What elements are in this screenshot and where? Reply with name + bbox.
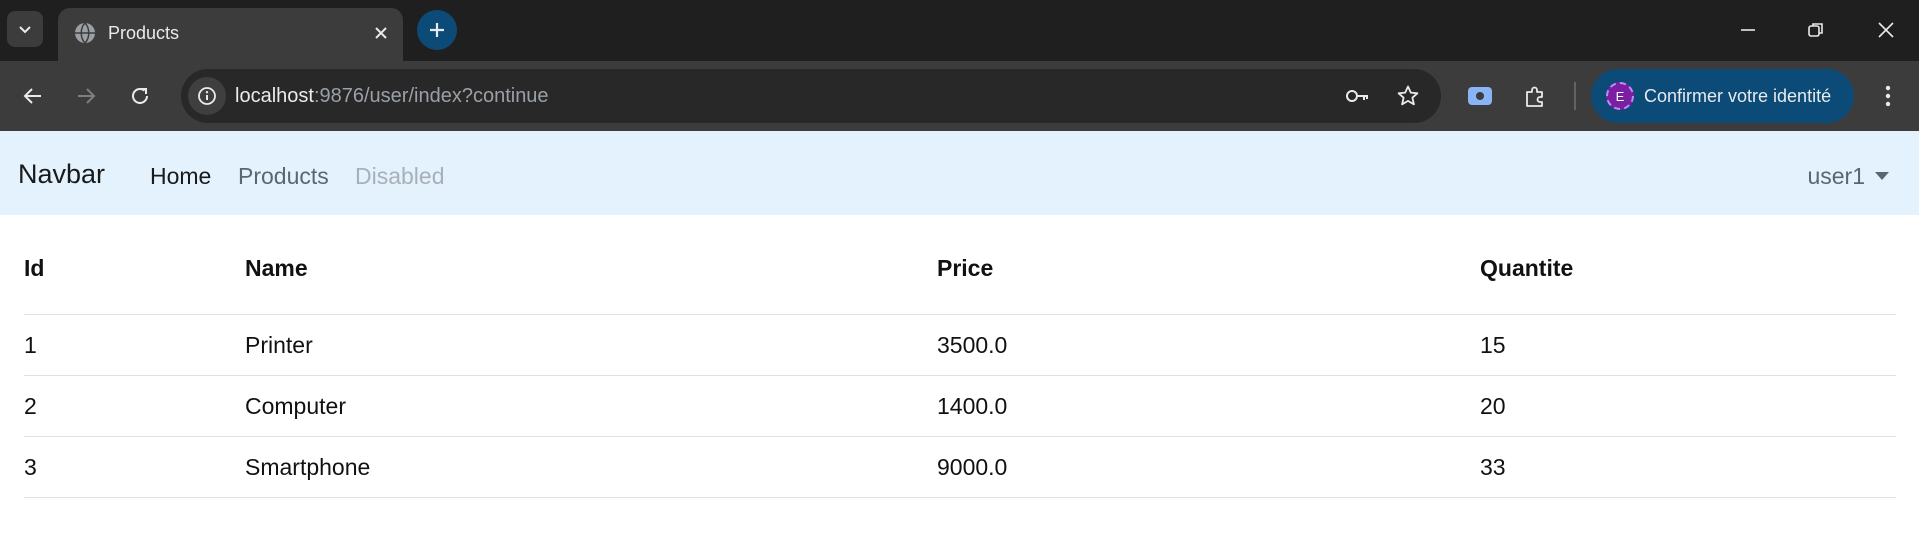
cell-price: 3500.0 <box>937 314 1480 376</box>
minimize-icon <box>1741 29 1755 31</box>
tab-strip: Products <box>0 0 1919 61</box>
caret-down-icon <box>1875 172 1889 180</box>
tab-search-button[interactable] <box>7 11 43 47</box>
user-dropdown-label: user1 <box>1807 163 1865 189</box>
cell-id: 1 <box>24 314 245 376</box>
table-row: 1 Printer 3500.0 15 <box>24 314 1896 376</box>
nav-link-home[interactable]: Home <box>150 162 211 190</box>
column-header-id: Id <box>24 241 245 315</box>
site-info-button[interactable] <box>188 77 226 115</box>
key-icon <box>1346 90 1368 102</box>
forward-button[interactable] <box>67 77 105 115</box>
cell-id: 3 <box>24 436 245 498</box>
plus-icon <box>430 23 444 37</box>
globe-icon <box>75 22 95 44</box>
new-tab-button[interactable] <box>417 10 457 50</box>
extensions-button[interactable] <box>1516 77 1554 115</box>
cell-quantite: 20 <box>1480 375 1896 437</box>
browser-menu-button[interactable] <box>1869 77 1907 115</box>
products-table-container: Id Name Price Quantite 1 Printer 3500.0 … <box>24 241 1896 498</box>
table-header-row: Id Name Price Quantite <box>24 241 1896 315</box>
profile-chip-label: Confirmer votre identité <box>1644 85 1832 106</box>
back-button[interactable] <box>14 77 52 115</box>
nav-link-products[interactable]: Products <box>238 162 329 190</box>
address-bar[interactable]: localhost:9876/user/index?continue <box>181 69 1441 123</box>
puzzle-icon <box>1526 86 1543 107</box>
site-navbar: Navbar Home Products Disabled user1 <box>0 131 1919 215</box>
table-row: 3 Smartphone 9000.0 33 <box>24 436 1896 498</box>
products-table: Id Name Price Quantite 1 Printer 3500.0 … <box>24 241 1896 498</box>
avatar: E <box>1606 82 1634 110</box>
screen-capture-button[interactable] <box>1461 77 1499 115</box>
nav-link-disabled: Disabled <box>355 163 445 189</box>
star-icon <box>1397 85 1419 106</box>
cell-quantite: 33 <box>1480 436 1896 498</box>
restore-button[interactable] <box>1796 10 1836 50</box>
cell-quantite: 15 <box>1480 314 1896 376</box>
cell-name: Smartphone <box>245 436 937 498</box>
restore-icon <box>1808 23 1823 37</box>
cell-id: 2 <box>24 375 245 437</box>
password-key-button[interactable] <box>1342 81 1372 111</box>
navbar-brand[interactable]: Navbar <box>18 158 105 190</box>
info-icon <box>198 87 216 105</box>
bookmark-button[interactable] <box>1393 81 1423 111</box>
url-path: :9876/user/index?continue <box>313 85 549 107</box>
tab-title: Products <box>108 23 180 43</box>
cell-name: Printer <box>245 314 937 376</box>
screen-capture-icon <box>1468 87 1492 105</box>
close-icon <box>1878 22 1894 38</box>
column-header-name: Name <box>245 241 937 315</box>
close-icon <box>375 27 387 39</box>
browser-toolbar: localhost:9876/user/index?continue E Con… <box>0 61 1919 131</box>
reload-button[interactable] <box>121 77 159 115</box>
chevron-down-icon <box>19 26 31 34</box>
tab-close-button[interactable] <box>367 19 395 47</box>
table-row: 2 Computer 1400.0 20 <box>24 375 1896 437</box>
close-window-button[interactable] <box>1866 10 1906 50</box>
browser-tab[interactable]: Products <box>58 8 403 61</box>
cell-price: 1400.0 <box>937 375 1480 437</box>
minimize-button[interactable] <box>1728 10 1768 50</box>
profile-identity-button[interactable]: E Confirmer votre identité <box>1591 69 1854 123</box>
url-text[interactable]: localhost:9876/user/index?continue <box>235 84 549 108</box>
column-header-price: Price <box>937 241 1480 315</box>
arrow-right-icon <box>78 88 96 104</box>
user-dropdown[interactable]: user1 <box>1807 162 1889 190</box>
column-header-quantite: Quantite <box>1480 241 1896 315</box>
reload-icon <box>132 87 148 104</box>
toolbar-divider <box>1574 82 1576 110</box>
cell-price: 9000.0 <box>937 436 1480 498</box>
more-vert-icon <box>1885 85 1891 107</box>
url-host: localhost <box>235 85 314 107</box>
cell-name: Computer <box>245 375 937 437</box>
arrow-left-icon <box>23 88 41 104</box>
